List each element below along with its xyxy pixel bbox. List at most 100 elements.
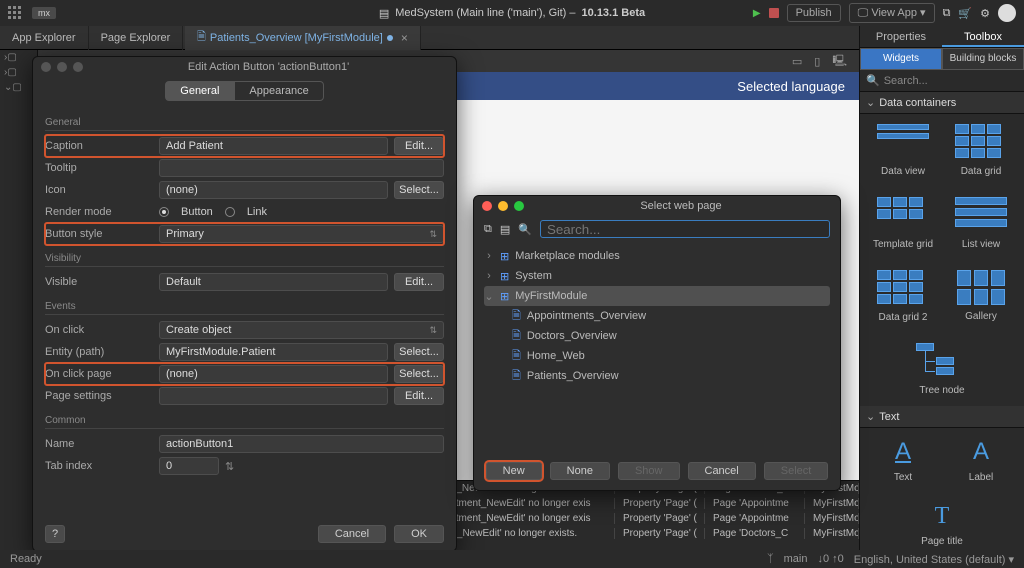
icon-value[interactable]: (none) [159,181,388,199]
group-general: General [45,117,444,131]
device-desktop-icon[interactable]: 🖳 [832,52,847,71]
caption-value[interactable]: Add Patient [159,137,388,155]
onclick-select[interactable]: Create object⇅ [159,321,444,339]
widget-list-view[interactable]: List view [949,197,1013,250]
side-panel: Properties Toolbox Widgets Building bloc… [859,26,1024,568]
select-web-page-dialog: Select web page ⧉ ▤ 🔍 ›⊞Marketplace modu… [473,195,841,491]
show-button[interactable]: Show [618,462,680,480]
avatar[interactable] [998,4,1016,22]
pill-widgets[interactable]: Widgets [860,48,942,70]
widget-data-grid-2[interactable]: Data grid 2 [871,270,935,323]
tab-general[interactable]: General [165,81,234,101]
layout-icon[interactable]: ⧉ [943,7,951,20]
edit-action-button-dialog: Edit Action Button 'actionButton1' Gener… [32,56,457,552]
widget-data-grid[interactable]: Data grid [949,124,1013,177]
search-icon: 🔍 [518,223,532,236]
doc-icon: ▤ [379,7,389,20]
filter2-icon[interactable]: ▤ [500,223,510,236]
tab-app-explorer[interactable]: App Explorer [0,26,89,50]
cancel-button[interactable]: Cancel [318,525,386,543]
tab-toolbox[interactable]: Toolbox [942,26,1024,47]
tree-page-home[interactable]: 🗎Home_Web [484,346,830,366]
tooltip-value[interactable] [159,159,444,177]
tab-page-explorer[interactable]: Page Explorer [89,26,184,50]
status-bar: Ready ᛉ main ↓0 ↑0 English, United State… [0,550,1024,568]
onclick-page-value[interactable]: (none) [159,365,388,383]
ok-button[interactable]: OK [394,525,444,543]
row-onclick-page: On click page (none) Select... [45,363,444,385]
visible-value[interactable]: Default [159,273,388,291]
run-button[interactable]: ▶ [753,8,761,19]
tree-marketplace[interactable]: ›⊞Marketplace modules [484,246,830,266]
tree-system[interactable]: ›⊞System [484,266,830,286]
cancel-button-2[interactable]: Cancel [688,462,756,480]
tree-myfirstmodule[interactable]: ⌄⊞MyFirstModule [484,286,830,306]
widget-template-grid[interactable]: Template grid [871,197,935,250]
tree-page-doctors[interactable]: 🗎Doctors_Overview [484,326,830,346]
stop-button[interactable] [769,8,779,18]
sync-counts[interactable]: ↓0 ↑0 [817,553,843,565]
tab-properties[interactable]: Properties [860,26,942,47]
unsaved-dot-icon [387,35,393,41]
entity-select-button[interactable]: Select... [394,343,444,361]
group-visibility: Visibility [45,253,444,267]
section-data-containers[interactable]: ⌄Data containers [860,92,1024,114]
page-settings-value[interactable] [159,387,388,405]
branch-name[interactable]: main [784,553,808,565]
settings-icon[interactable]: ⚙ [980,7,990,20]
device-phone-icon[interactable]: ▯ [814,55,820,68]
page-settings-edit-button[interactable]: Edit... [394,387,444,405]
radio-link[interactable] [225,207,235,217]
new-button[interactable]: New [486,462,542,480]
render-mode-radios[interactable]: Button Link [159,206,267,218]
tab-file-active[interactable]: 🗎 Patients_Overview [MyFirstModule] × [185,26,421,50]
dialog2-title: Select web page [530,200,832,212]
project-title: MedSystem (Main line ('main'), Git) – [395,7,575,19]
group-events: Events [45,301,444,315]
select-button[interactable]: Select [764,462,829,480]
apps-icon[interactable] [8,6,22,20]
language-select[interactable]: English, United States (default) ▾ [854,553,1014,566]
cart-icon[interactable]: 🛒 [958,7,972,20]
widget-gallery[interactable]: Gallery [949,270,1013,323]
tree-page-appointments[interactable]: 🗎Appointments_Overview [484,306,830,326]
tree-page-patients[interactable]: 🗎Patients_Overview [484,366,830,386]
radio-button[interactable] [159,207,169,217]
dialog-title: Edit Action Button 'actionButton1' [89,61,448,73]
tab-appearance[interactable]: Appearance [234,81,323,101]
none-button[interactable]: None [550,462,610,480]
tabindex-input[interactable]: 0 [159,457,219,475]
widget-text[interactable]: AText [871,438,935,483]
group-common: Common [45,415,444,429]
caption-edit-button[interactable]: Edit... [394,137,444,155]
filter-icon[interactable]: ⧉ [484,223,492,236]
close-tab-icon[interactable]: × [401,31,408,45]
version-label: 10.13.1 Beta [582,7,646,19]
status-ready: Ready [10,553,42,565]
name-input[interactable]: actionButton1 [159,435,444,453]
icon-select-button[interactable]: Select... [394,181,444,199]
button-style-select[interactable]: Primary⇅ [159,225,444,243]
menu-bar: mx ▤ MedSystem (Main line ('main'), Git)… [0,0,1024,26]
toolbox-search[interactable]: 🔍 Search... [860,70,1024,92]
row-caption: Caption Add Patient Edit... [45,135,444,157]
widget-data-view[interactable]: Data view [871,124,935,177]
branch-icon[interactable]: ᛉ [767,553,774,565]
section-text[interactable]: ⌄Text [860,406,1024,428]
onclick-page-select-button[interactable]: Select... [394,365,444,383]
help-button[interactable]: ? [45,525,65,543]
widget-label[interactable]: ALabel [949,438,1013,483]
file-icon: 🗎 [197,28,206,47]
publish-button[interactable]: Publish [787,4,841,22]
tab-file-label: Patients_Overview [MyFirstModule] [210,32,383,44]
search-input[interactable] [540,220,830,238]
widget-page-title[interactable]: TPage title [910,503,974,547]
widget-tree-node[interactable]: Tree node [910,343,974,396]
entity-value[interactable]: MyFirstModule.Patient [159,343,388,361]
mx-logo: mx [32,7,56,19]
pill-building-blocks[interactable]: Building blocks [942,48,1024,70]
visible-edit-button[interactable]: Edit... [394,273,444,291]
view-app-button[interactable]: 🖵 View App ▾ [849,3,935,23]
device-tablet-icon[interactable]: ▭ [792,55,802,68]
page-tree: ›⊞Marketplace modules ›⊞System ⌄⊞MyFirst… [474,242,840,390]
